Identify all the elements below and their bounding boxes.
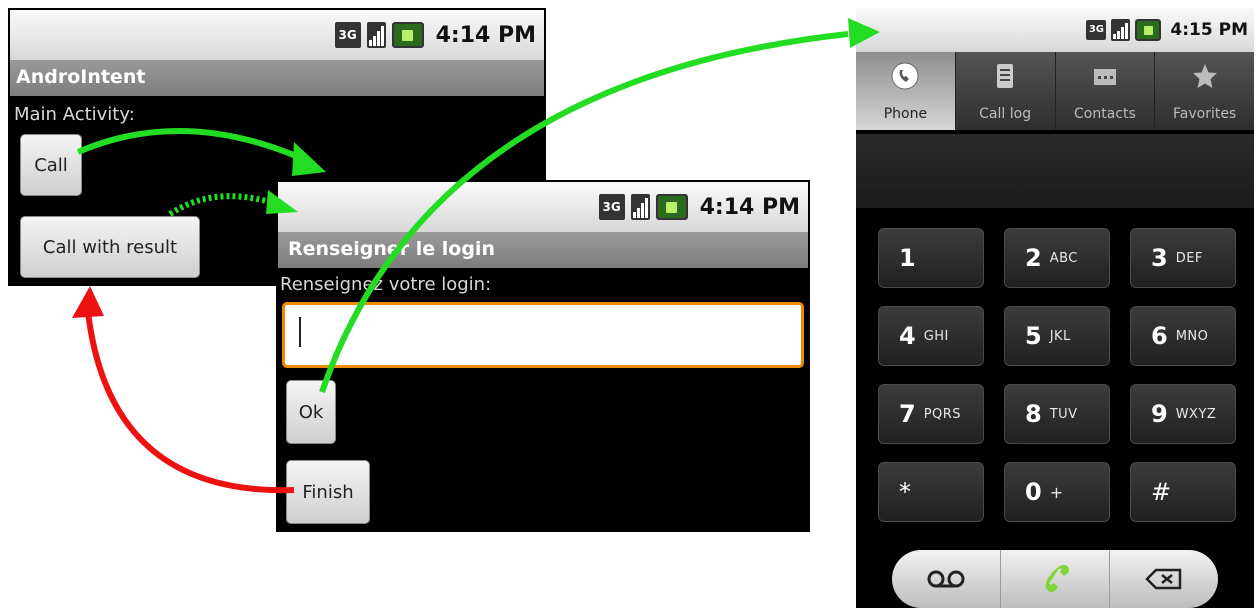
tab-call-log-label: Call log xyxy=(979,106,1032,122)
arrow-finish-to-main-head xyxy=(72,286,104,318)
login-title: Renseigner le login xyxy=(288,238,495,260)
dial-key-letters: MNO xyxy=(1175,328,1209,344)
call-dial-button[interactable] xyxy=(1001,550,1110,608)
signal-icon xyxy=(366,22,386,48)
dialer-action-bar xyxy=(892,550,1218,608)
dial-key-digit: 3 xyxy=(1151,244,1168,272)
main-activity-label: Main Activity: xyxy=(14,104,135,125)
dial-key-hash[interactable]: # xyxy=(1130,462,1236,522)
dial-key-digit: 2 xyxy=(1025,244,1042,272)
dialed-digits-display xyxy=(856,134,1254,208)
dial-key-letters: TUV xyxy=(1049,406,1078,422)
call-with-result-button-label: Call with result xyxy=(42,236,178,258)
tab-favorites-label: Favorites xyxy=(1173,106,1237,122)
dial-key-3[interactable]: 3 DEF xyxy=(1130,228,1236,288)
battery-icon xyxy=(1135,19,1162,41)
dial-key-digit: 0 xyxy=(1025,478,1042,506)
dial-key-digit: 9 xyxy=(1151,400,1168,428)
network-3g-icon: 3G xyxy=(1086,20,1107,40)
dial-key-digit: * xyxy=(899,478,911,506)
dial-key-star[interactable]: * xyxy=(878,462,984,522)
dial-key-digit: 8 xyxy=(1025,400,1042,428)
tab-contacts[interactable]: Contacts xyxy=(1056,52,1156,130)
dial-key-letters: GHI xyxy=(923,328,949,344)
dial-key-digit: # xyxy=(1151,478,1172,506)
dial-key-letters: ABC xyxy=(1049,250,1078,266)
status-clock: 4:14 PM xyxy=(435,22,536,48)
dial-key-digit: 7 xyxy=(899,400,916,428)
call-icon xyxy=(1045,564,1069,592)
tab-call-log[interactable]: Call log xyxy=(956,52,1056,130)
call-with-result-button[interactable]: Call with result xyxy=(20,216,200,278)
login-title-bar: Renseigner le login xyxy=(278,232,808,268)
backspace-icon xyxy=(1145,568,1182,590)
status-clock: 4:15 PM xyxy=(1170,20,1248,40)
status-clock: 4:14 PM xyxy=(699,194,800,220)
tab-contacts-label: Contacts xyxy=(1073,106,1136,122)
voicemail-button[interactable] xyxy=(892,550,1001,608)
dial-key-digit: 4 xyxy=(899,322,916,350)
tab-phone[interactable]: Phone xyxy=(856,52,956,130)
battery-icon xyxy=(655,194,688,220)
dial-key-letters: DEF xyxy=(1175,250,1203,266)
phone-icon xyxy=(891,62,919,90)
signal-icon xyxy=(1111,19,1131,41)
dial-key-4[interactable]: 4 GHI xyxy=(878,306,984,366)
app-title: AndroIntent xyxy=(16,66,146,88)
dial-key-5[interactable]: 5 JKL xyxy=(1004,306,1110,366)
app-title-bar: AndroIntent xyxy=(10,60,544,96)
finish-button[interactable]: Finish xyxy=(286,460,370,524)
call-button[interactable]: Call xyxy=(20,134,82,196)
login-label: Renseignez votre login: xyxy=(280,274,492,295)
text-cursor xyxy=(299,317,301,347)
network-3g-icon: 3G xyxy=(598,194,625,220)
voicemail-icon xyxy=(927,570,965,588)
dial-key-digit: 6 xyxy=(1151,322,1168,350)
status-bar: 3G 4:15 PM xyxy=(856,8,1254,52)
network-3g-icon: 3G xyxy=(334,22,361,48)
tab-phone-label: Phone xyxy=(883,106,928,122)
dial-key-6[interactable]: 6 MNO xyxy=(1130,306,1236,366)
dial-key-letters: + xyxy=(1049,482,1064,502)
dial-key-digit: 5 xyxy=(1025,322,1042,350)
call-button-label: Call xyxy=(34,154,68,176)
dial-key-digit: 1 xyxy=(899,244,916,272)
dial-key-letters: PQRS xyxy=(923,406,962,422)
ok-button[interactable]: Ok xyxy=(286,380,336,444)
arrow-finish-to-main xyxy=(85,311,295,494)
tab-favorites[interactable]: Favorites xyxy=(1155,52,1254,130)
dial-key-letters: WXYZ xyxy=(1175,406,1217,422)
battery-icon xyxy=(391,22,424,48)
dial-key-9[interactable]: 9 WXYZ xyxy=(1130,384,1236,444)
contacts-icon xyxy=(1093,69,1116,85)
dialer-screen: 3G 4:15 PM Phone Call log Contacts Favor… xyxy=(856,8,1254,608)
dial-key-letters: JKL xyxy=(1049,328,1071,344)
dial-key-1[interactable]: 1 xyxy=(878,228,984,288)
login-activity-screen: 3G 4:14 PM Renseigner le login Renseigne… xyxy=(276,180,810,532)
dialer-tab-bar: Phone Call log Contacts Favorites xyxy=(856,52,1254,130)
dial-key-8[interactable]: 8 TUV xyxy=(1004,384,1110,444)
dial-key-7[interactable]: 7 PQRS xyxy=(878,384,984,444)
login-input[interactable] xyxy=(282,302,804,368)
call-log-icon xyxy=(997,64,1014,88)
status-bar: 3G 4:14 PM xyxy=(10,10,544,60)
star-icon xyxy=(1192,64,1217,88)
ok-button-label: Ok xyxy=(298,401,324,423)
status-bar: 3G 4:14 PM xyxy=(278,182,808,232)
backspace-button[interactable] xyxy=(1110,550,1218,608)
signal-icon xyxy=(630,194,650,220)
dial-key-0[interactable]: 0 + xyxy=(1004,462,1110,522)
dial-key-2[interactable]: 2 ABC xyxy=(1004,228,1110,288)
finish-button-label: Finish xyxy=(302,481,354,503)
